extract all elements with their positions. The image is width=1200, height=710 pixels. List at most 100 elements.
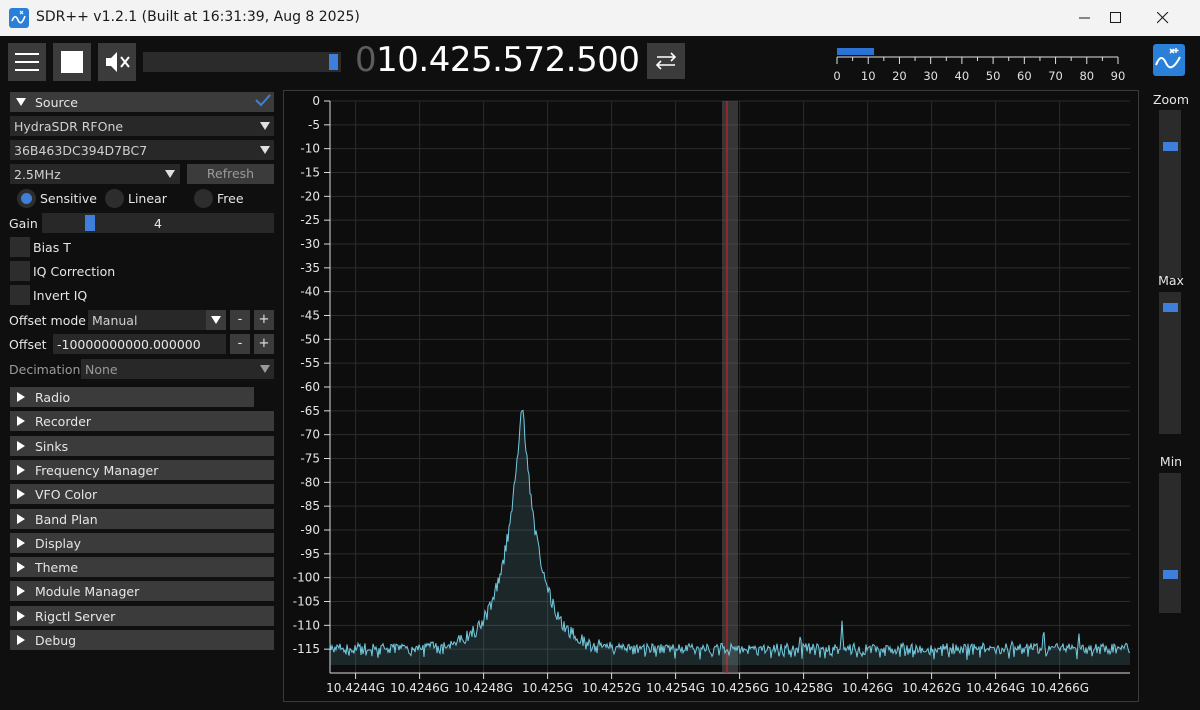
frequency-display[interactable]: 010.425.572.500 <box>355 40 640 80</box>
menu-header-label: Theme <box>35 560 79 576</box>
offset-mode-value: Manual <box>92 313 138 328</box>
snr-ticks <box>836 56 1119 64</box>
offset-mode-label: Offset mode <box>9 313 86 328</box>
x-tick-label: 10.426G <box>842 681 893 695</box>
menu-header-recorder[interactable]: Recorder <box>10 411 274 432</box>
sdrpp-logo-icon <box>1153 44 1185 76</box>
offset-input-value: -10000000000.000000 <box>57 337 201 352</box>
menu-header-label: Module Manager <box>35 584 140 600</box>
decimation-select[interactable]: None <box>81 359 274 379</box>
menu-header-frequency-manager[interactable]: Frequency Manager <box>10 459 274 480</box>
expand-arrow-right-icon <box>17 416 25 427</box>
menu-header-display[interactable]: Display <box>10 532 274 553</box>
offset-minus-button[interactable]: - <box>230 334 250 354</box>
offset-mode-select[interactable]: Manual <box>88 310 226 330</box>
samplerate-select[interactable]: 2.5MHz <box>10 164 180 184</box>
expand-arrow-right-icon <box>17 489 25 500</box>
min-slider[interactable] <box>1159 473 1181 613</box>
menu-header-label: Band Plan <box>35 511 98 527</box>
gain-value: 4 <box>154 216 162 231</box>
menu-header-theme[interactable]: Theme <box>10 557 274 578</box>
menu-header-label: Recorder <box>35 414 92 430</box>
vfo-bandwidth <box>722 101 738 673</box>
y-tick-label: -55 <box>300 356 320 370</box>
chevron-down-icon <box>260 122 270 130</box>
decimation-label: Decimation <box>9 362 81 377</box>
fft-display[interactable]: 0 -5 -10 -15 -20 -25 -30 -35 -40 -45 -50 -55 -60 -65 -… <box>283 90 1139 702</box>
fft-plot[interactable]: 0 -5 -10 -15 -20 -25 -30 -35 -40 -45 -50 -55 -60 -65 -… <box>284 91 1140 703</box>
offset-mode-dropdown-button[interactable] <box>206 310 226 330</box>
zoom-slider[interactable] <box>1159 110 1181 278</box>
play-stop-button[interactable] <box>53 43 91 81</box>
snr-scale-label: 10 <box>860 69 876 83</box>
menu-button[interactable] <box>8 43 46 81</box>
volume-slider-grab[interactable] <box>329 54 338 70</box>
close-icon <box>1157 12 1169 24</box>
mute-button[interactable] <box>98 43 136 81</box>
decimation-select-value: None <box>85 362 118 377</box>
offset-input[interactable]: -10000000000.000000 <box>53 334 226 354</box>
snr-scale-label: 0 <box>833 69 841 83</box>
menu-header-debug[interactable]: Debug <box>10 630 274 650</box>
snr-meter: 0 10 20 30 40 50 60 70 80 90 <box>833 42 1125 83</box>
swap-arrows-icon <box>655 52 677 70</box>
title-bar: SDR++ v1.2.1 (Built at 16:31:39, Aug 8 2… <box>0 0 1200 36</box>
frequency-digits[interactable]: 10.425.572.500 <box>376 40 640 80</box>
offset-mode-minus-button[interactable]: - <box>230 310 250 330</box>
gain-mode-sensitive-radio[interactable] <box>17 189 36 208</box>
refresh-button[interactable]: Refresh <box>187 164 274 184</box>
min-slider-grab[interactable] <box>1163 569 1178 579</box>
zoom-slider-grab[interactable] <box>1163 141 1178 151</box>
gain-mode-free-radio[interactable] <box>194 189 213 208</box>
menu-header-radio[interactable]: Radio <box>10 387 254 407</box>
chevron-down-icon <box>260 365 270 373</box>
menu-header-label: Debug <box>35 633 77 648</box>
snr-scale-label: 30 <box>923 69 938 83</box>
sdrpp-logo-button[interactable] <box>1153 44 1185 76</box>
y-tick-label: -80 <box>300 475 320 489</box>
serial-select[interactable]: 36B463DC394D7BC7 <box>10 140 274 160</box>
close-button[interactable] <box>1140 0 1186 36</box>
x-tick-label: 10.4254G <box>646 681 705 695</box>
gain-slider[interactable]: 4 <box>42 213 274 233</box>
bias-t-checkbox[interactable] <box>10 237 30 257</box>
gain-mode-free-label: Free <box>217 191 244 206</box>
menu-header-module-manager[interactable]: Module Manager <box>10 581 274 602</box>
checkmark-icon[interactable] <box>254 92 272 108</box>
invert-iq-checkbox[interactable] <box>10 285 30 305</box>
offset-mode-plus-button[interactable]: + <box>254 310 274 330</box>
max-slider-grab[interactable] <box>1163 302 1178 312</box>
expand-arrow-right-icon <box>17 562 25 573</box>
y-tick-label: -5 <box>308 118 320 132</box>
y-tick-label: -50 <box>300 332 320 346</box>
y-tick-label: -100 <box>293 571 320 585</box>
menu-header-vfo-color[interactable]: VFO Color <box>10 484 274 505</box>
frequency-leading-digit[interactable]: 0 <box>355 40 377 80</box>
iq-correction-checkbox[interactable] <box>10 261 30 281</box>
menu-header-rigctl-server[interactable]: Rigctl Server <box>10 605 274 626</box>
menu-header-sinks[interactable]: Sinks <box>10 435 274 456</box>
y-tick-label: -15 <box>300 166 320 180</box>
volume-slider[interactable] <box>143 52 341 72</box>
swap-frequency-button[interactable] <box>647 43 685 79</box>
bias-t-label: Bias T <box>33 240 71 255</box>
device-select[interactable]: HydraSDR RFOne <box>10 116 274 136</box>
menu-header-label: Rigctl Server <box>35 608 116 624</box>
source-header[interactable]: Source <box>10 92 274 112</box>
minimize-icon <box>1079 17 1090 19</box>
offset-plus-button[interactable]: + <box>254 334 274 354</box>
serial-select-value: 36B463DC394D7BC7 <box>14 143 148 158</box>
maximize-button[interactable] <box>1093 0 1139 36</box>
x-tick-label: 10.4258G <box>774 681 833 695</box>
x-tick-label: 10.4248G <box>454 681 513 695</box>
snr-scale-label: 70 <box>1048 69 1063 83</box>
snr-scale-label: 60 <box>1017 69 1032 83</box>
speaker-muted-icon <box>106 52 130 72</box>
menu-header-band-plan[interactable]: Band Plan <box>10 508 274 529</box>
expand-arrow-right-icon <box>17 392 25 402</box>
x-tick-label: 10.4252G <box>582 681 641 695</box>
snr-scale-label: 40 <box>954 69 970 83</box>
max-slider[interactable] <box>1159 292 1181 434</box>
x-tick-label: 10.4244G <box>326 681 385 695</box>
gain-mode-linear-radio[interactable] <box>105 189 124 208</box>
